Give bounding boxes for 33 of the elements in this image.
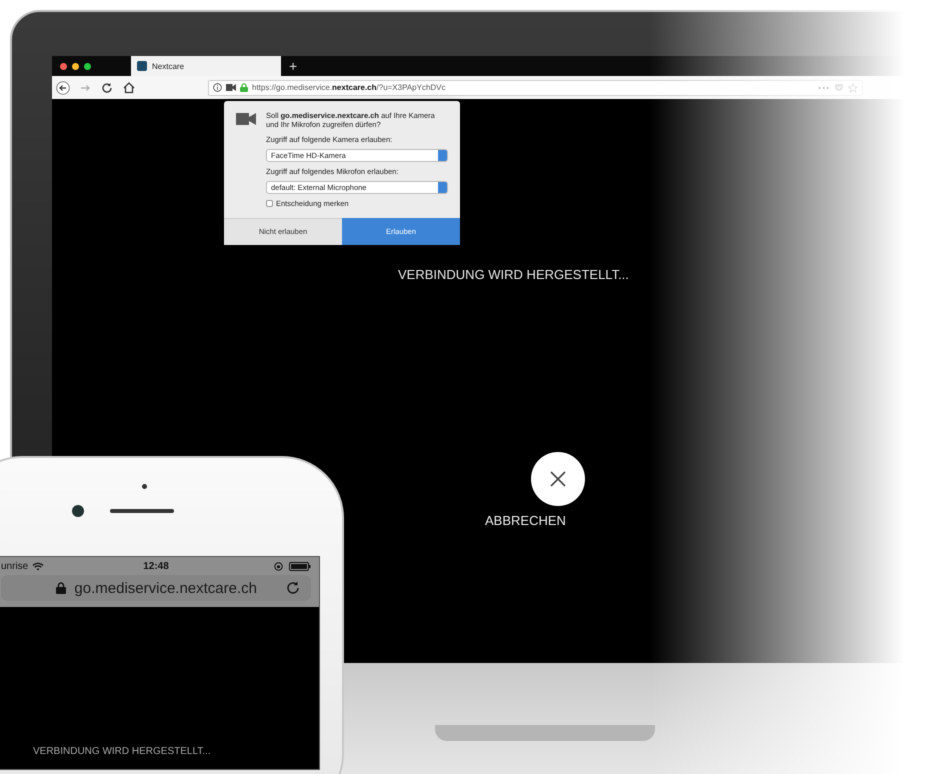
lock-icon xyxy=(56,582,66,594)
connecting-status: VERBINDUNG WIRD HERGESTELLT... xyxy=(33,746,212,757)
connecting-status: VERBINDUNG WIRD HERGESTELLT... xyxy=(398,267,629,282)
back-icon[interactable] xyxy=(56,80,70,94)
carrier-name: unrise xyxy=(1,560,28,572)
reload-icon[interactable] xyxy=(285,580,301,596)
url-text: https://go.mediservice.nextcare.ch/?u=X3PApYchDVc xyxy=(252,83,447,92)
home-icon[interactable] xyxy=(122,80,136,94)
close-icon xyxy=(549,470,567,488)
checkbox[interactable] xyxy=(266,200,273,207)
address-bar[interactable]: https://go.mediservice.nextcare.ch/?u=X3PApYchDVc ··· xyxy=(208,80,863,96)
front-camera xyxy=(72,505,84,517)
wifi-icon xyxy=(32,562,44,570)
video-camera-icon[interactable] xyxy=(226,84,236,91)
browser-tab[interactable]: Nextcare xyxy=(131,56,281,76)
earpiece-speaker xyxy=(110,509,174,513)
orientation-lock-icon xyxy=(274,562,283,570)
cancel-button[interactable] xyxy=(531,452,585,506)
url-text: go.mediservice.nextcare.ch xyxy=(74,580,257,596)
sensor-dot xyxy=(142,484,147,489)
minimize-window-icon[interactable] xyxy=(72,62,79,70)
new-tab-button[interactable]: + xyxy=(289,59,298,73)
info-icon[interactable] xyxy=(213,83,222,92)
battery-icon xyxy=(288,562,311,570)
cancel-label: ABBRECHEN xyxy=(485,513,566,528)
address-bar[interactable]: go.mediservice.nextcare.ch xyxy=(1,575,311,601)
close-window-icon[interactable] xyxy=(60,62,67,70)
clock-time: 12:48 xyxy=(142,560,170,572)
zoom-window-icon[interactable] xyxy=(84,62,91,70)
video-camera-icon xyxy=(236,113,256,125)
bookmark-star-icon[interactable] xyxy=(848,82,858,92)
lock-icon xyxy=(240,83,248,92)
reload-icon[interactable] xyxy=(100,80,114,94)
